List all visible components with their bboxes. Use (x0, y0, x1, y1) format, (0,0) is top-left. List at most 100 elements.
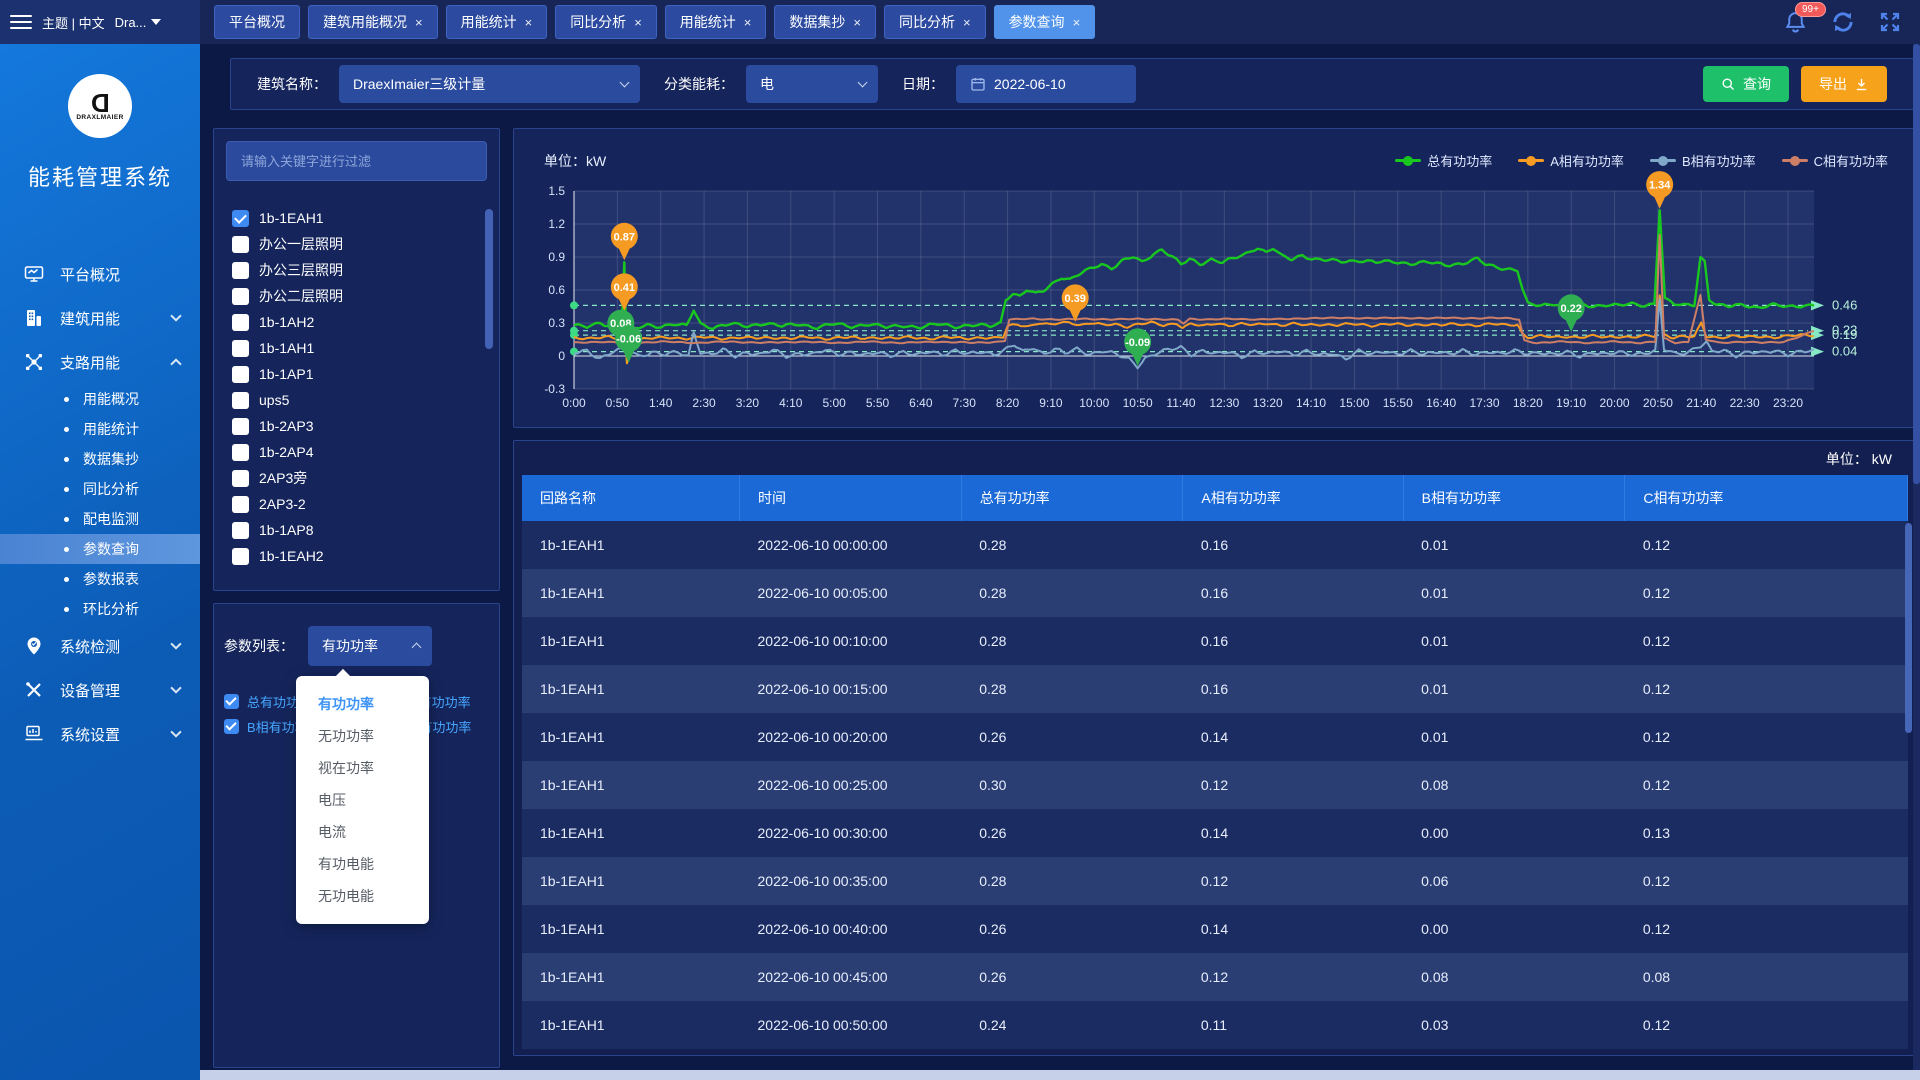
table-scrollbar[interactable] (1905, 523, 1912, 733)
chevron-down-icon (620, 78, 630, 88)
table-cell: 0.12 (1625, 857, 1908, 905)
tab-close-icon[interactable]: × (525, 15, 533, 30)
horizontal-scrollbar[interactable] (200, 1070, 1920, 1080)
circuit-item[interactable]: 1b-1AH1 (226, 335, 487, 361)
table-cell: 0.16 (1183, 569, 1403, 617)
tab[interactable]: 同比分析× (555, 5, 657, 39)
table-body: 1b-1EAH12022-06-10 00:00:000.280.160.010… (522, 521, 1908, 1049)
building-switcher[interactable]: Dra... (115, 15, 162, 30)
refresh-icon[interactable] (1830, 9, 1856, 35)
sidebar-subitem[interactable]: 参数查询 (0, 534, 200, 564)
tab[interactable]: 用能统计× (446, 5, 548, 39)
circuit-item[interactable]: ups5 (226, 387, 487, 413)
svg-text:6:40: 6:40 (909, 396, 933, 410)
tab-close-icon[interactable]: × (415, 15, 423, 30)
fullscreen-icon[interactable] (1878, 10, 1902, 34)
tab[interactable]: 平台概况 (214, 5, 300, 39)
tab-close-icon[interactable]: × (853, 15, 861, 30)
sidebar-subitem[interactable]: 数据集抄 (0, 444, 200, 474)
tab-close-icon[interactable]: × (963, 15, 971, 30)
table-cell: 2022-06-10 00:30:00 (740, 809, 962, 857)
tab-close-icon[interactable]: × (634, 15, 642, 30)
checkbox-unchecked[interactable] (232, 314, 249, 331)
dropdown-option[interactable]: 无功电能 (296, 880, 429, 912)
checkbox-checked[interactable] (224, 694, 239, 709)
checkbox-unchecked[interactable] (232, 288, 249, 305)
monitor-icon (24, 264, 44, 284)
checkbox-unchecked[interactable] (232, 470, 249, 487)
param-dropdown-popup: 有功功率无功功率视在功率电压电流有功电能无功电能 (296, 676, 429, 924)
energy-type-select[interactable]: 电 (746, 65, 878, 103)
sidebar-item-3[interactable]: 支路用能 (0, 340, 200, 384)
tab[interactable]: 数据集抄× (774, 5, 876, 39)
theme-language-switch[interactable]: 主题 | 中文 (42, 13, 105, 32)
checkbox-unchecked[interactable] (232, 496, 249, 513)
sidebar-subitem[interactable]: 用能统计 (0, 414, 200, 444)
circuit-item[interactable]: 2AP3-2 (226, 491, 487, 517)
circuit-item[interactable]: 办公三层照明 (226, 257, 487, 283)
dropdown-option[interactable]: 视在功率 (296, 752, 429, 784)
export-button[interactable]: 导出 (1801, 66, 1887, 102)
checkbox-unchecked[interactable] (232, 262, 249, 279)
dropdown-option[interactable]: 有功功率 (296, 688, 429, 720)
dropdown-option[interactable]: 无功功率 (296, 720, 429, 752)
tab[interactable]: 用能统计× (665, 5, 767, 39)
circuit-item[interactable]: 1b-1AP1 (226, 361, 487, 387)
tab[interactable]: 建筑用能概况× (308, 5, 438, 39)
legend-item[interactable]: C相有功功率 (1782, 151, 1888, 170)
tab-close-icon[interactable]: × (744, 15, 752, 30)
sidebar-subitem[interactable]: 同比分析 (0, 474, 200, 504)
sidebar-item-6[interactable]: 系统设置 (0, 712, 200, 756)
table-cell: 0.14 (1183, 905, 1403, 953)
circuit-search-input[interactable] (226, 141, 487, 181)
circuit-item[interactable]: 办公二层照明 (226, 283, 487, 309)
dropdown-option[interactable]: 电流 (296, 816, 429, 848)
date-picker[interactable]: 2022-06-10 (956, 65, 1136, 103)
tab[interactable]: 同比分析× (884, 5, 986, 39)
tab-close-icon[interactable]: × (1073, 15, 1081, 30)
checkbox-checked[interactable] (232, 210, 249, 227)
sidebar-subitem-label: 数据集抄 (83, 449, 139, 469)
circuit-item[interactable]: 1b-1AP8 (226, 517, 487, 543)
circuit-item[interactable]: 1b-2AP3 (226, 413, 487, 439)
circuit-list-scrollbar[interactable] (485, 209, 493, 349)
checkbox-checked[interactable] (224, 719, 239, 734)
building-select[interactable]: DraexImaier三级计量 (339, 65, 640, 103)
circuit-item[interactable]: 1b-1AH2 (226, 309, 487, 335)
checkbox-unchecked[interactable] (232, 392, 249, 409)
sidebar-item-1[interactable]: 平台概况 (0, 252, 200, 296)
param-select[interactable]: 有功功率 (308, 626, 432, 666)
checkbox-unchecked[interactable] (232, 340, 249, 357)
circuit-item[interactable]: 1b-2AP4 (226, 439, 487, 465)
sidebar-subitem[interactable]: 参数报表 (0, 564, 200, 594)
checkbox-unchecked[interactable] (232, 366, 249, 383)
page-scrollbar[interactable] (1913, 44, 1920, 1070)
circuit-item[interactable]: 1b-1EAH2 (226, 543, 487, 569)
data-table-panel: 单位： kW 回路名称时间总有功功率A相有功功率B相有功功率C相有功功率 1b-… (513, 440, 1915, 1056)
checkbox-unchecked[interactable] (232, 522, 249, 539)
circuit-item[interactable]: 1b-1EAH1 (226, 205, 487, 231)
dropdown-option[interactable]: 有功电能 (296, 848, 429, 880)
legend-item[interactable]: A相有功功率 (1518, 151, 1624, 170)
checkbox-unchecked[interactable] (232, 444, 249, 461)
legend-item[interactable]: 总有功功率 (1395, 151, 1492, 170)
checkbox-unchecked[interactable] (232, 418, 249, 435)
sidebar-item-5[interactable]: 设备管理 (0, 668, 200, 712)
hamburger-menu-icon[interactable] (10, 15, 32, 29)
checkbox-unchecked[interactable] (232, 236, 249, 253)
sidebar-item-4[interactable]: 系统检测 (0, 624, 200, 668)
sidebar-item-2[interactable]: 建筑用能 (0, 296, 200, 340)
tab[interactable]: 参数查询× (994, 5, 1096, 39)
checkbox-unchecked[interactable] (232, 548, 249, 565)
sidebar-subitem[interactable]: 环比分析 (0, 594, 200, 624)
bell-icon[interactable]: 99+ (1783, 10, 1808, 35)
dropdown-option[interactable]: 电压 (296, 784, 429, 816)
circuit-item[interactable]: 办公一层照明 (226, 231, 487, 257)
circuit-item[interactable]: 2AP3旁 (226, 465, 487, 491)
query-button[interactable]: 查询 (1703, 66, 1789, 102)
legend-item[interactable]: B相有功功率 (1650, 151, 1756, 170)
sidebar-item-label: 系统设置 (60, 724, 172, 745)
sidebar-subitem[interactable]: 用能概况 (0, 384, 200, 414)
svg-text:2:30: 2:30 (692, 396, 716, 410)
sidebar-subitem[interactable]: 配电监测 (0, 504, 200, 534)
